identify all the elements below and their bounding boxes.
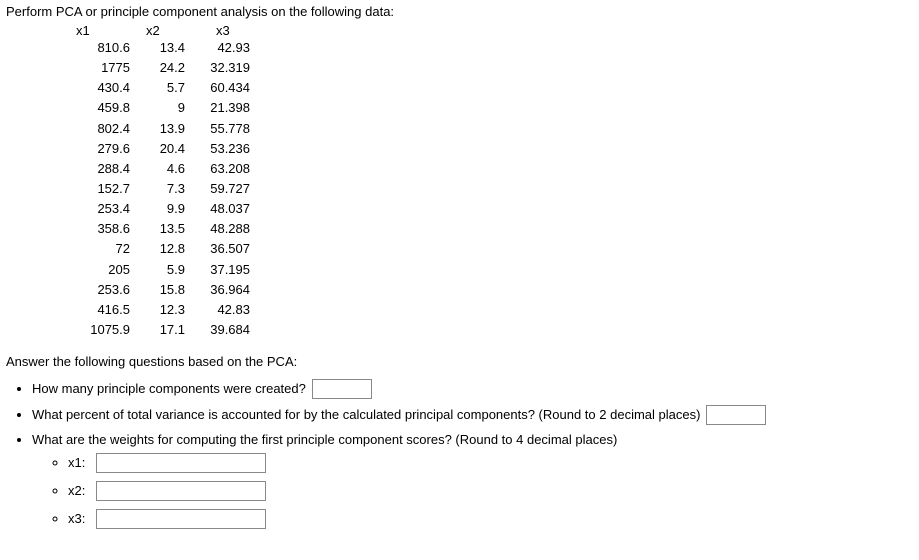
cell-x2: 20.4	[136, 139, 191, 159]
cell-x3: 42.83	[191, 300, 256, 320]
table-row: 810.613.442.93	[66, 38, 913, 58]
weight-x3-label: x3:	[68, 510, 92, 528]
table-row: 802.413.955.778	[66, 119, 913, 139]
cell-x1: 253.4	[66, 199, 136, 219]
cell-x3: 32.319	[191, 58, 256, 78]
table-row: 253.615.836.964	[66, 280, 913, 300]
table-row: 2055.937.195	[66, 260, 913, 280]
table-row: 279.620.453.236	[66, 139, 913, 159]
answer-input-x3[interactable]	[96, 509, 266, 529]
table-row: 430.45.760.434	[66, 78, 913, 98]
cell-x1: 459.8	[66, 98, 136, 118]
cell-x3: 48.037	[191, 199, 256, 219]
cell-x3: 55.778	[191, 119, 256, 139]
answer-input-x2[interactable]	[96, 481, 266, 501]
answer-input-x1[interactable]	[96, 453, 266, 473]
data-table: x1 x2 x3 810.613.442.93177524.232.319430…	[66, 23, 913, 340]
cell-x2: 24.2	[136, 58, 191, 78]
cell-x1: 1075.9	[66, 320, 136, 340]
table-row: 7212.836.507	[66, 239, 913, 259]
cell-x2: 9	[136, 98, 191, 118]
cell-x1: 279.6	[66, 139, 136, 159]
cell-x2: 9.9	[136, 199, 191, 219]
question-list: How many principle components were creat…	[32, 379, 913, 529]
answer-input-q1[interactable]	[312, 379, 372, 399]
cell-x3: 36.507	[191, 239, 256, 259]
answer-prompt: Answer the following questions based on …	[6, 354, 913, 369]
table-header-row: x1 x2 x3	[66, 23, 913, 38]
cell-x2: 5.9	[136, 260, 191, 280]
cell-x2: 13.4	[136, 38, 191, 58]
cell-x1: 152.7	[66, 179, 136, 199]
table-row: 177524.232.319	[66, 58, 913, 78]
cell-x1: 1775	[66, 58, 136, 78]
cell-x2: 15.8	[136, 280, 191, 300]
question-1: How many principle components were creat…	[32, 379, 913, 399]
cell-x2: 13.5	[136, 219, 191, 239]
cell-x1: 288.4	[66, 159, 136, 179]
weight-x2-label: x2:	[68, 482, 92, 500]
cell-x1: 72	[66, 239, 136, 259]
cell-x2: 7.3	[136, 179, 191, 199]
cell-x3: 36.964	[191, 280, 256, 300]
cell-x3: 21.398	[191, 98, 256, 118]
cell-x1: 416.5	[66, 300, 136, 320]
weights-list: x1: x2: x3:	[68, 453, 913, 529]
cell-x2: 12.3	[136, 300, 191, 320]
header-x2: x2	[136, 23, 206, 38]
weight-x1-label: x1:	[68, 454, 92, 472]
question-2: What percent of total variance is accoun…	[32, 405, 913, 425]
cell-x3: 39.684	[191, 320, 256, 340]
header-x1: x1	[66, 23, 136, 38]
cell-x1: 358.6	[66, 219, 136, 239]
header-x3: x3	[206, 23, 276, 38]
table-row: 288.44.663.208	[66, 159, 913, 179]
table-row: 459.8921.398	[66, 98, 913, 118]
cell-x3: 60.434	[191, 78, 256, 98]
cell-x3: 37.195	[191, 260, 256, 280]
intro-text: Perform PCA or principle component analy…	[6, 4, 913, 19]
cell-x3: 53.236	[191, 139, 256, 159]
cell-x3: 63.208	[191, 159, 256, 179]
table-row: 152.77.359.727	[66, 179, 913, 199]
cell-x3: 42.93	[191, 38, 256, 58]
cell-x2: 4.6	[136, 159, 191, 179]
cell-x1: 253.6	[66, 280, 136, 300]
cell-x1: 810.6	[66, 38, 136, 58]
table-row: 1075.917.139.684	[66, 320, 913, 340]
cell-x1: 802.4	[66, 119, 136, 139]
question-3-text: What are the weights for computing the f…	[32, 432, 617, 447]
cell-x3: 59.727	[191, 179, 256, 199]
cell-x3: 48.288	[191, 219, 256, 239]
weight-x2-row: x2:	[68, 481, 913, 501]
answer-input-q2[interactable]	[706, 405, 766, 425]
table-row: 358.613.548.288	[66, 219, 913, 239]
table-row: 253.49.948.037	[66, 199, 913, 219]
cell-x1: 205	[66, 260, 136, 280]
cell-x2: 12.8	[136, 239, 191, 259]
cell-x1: 430.4	[66, 78, 136, 98]
cell-x2: 13.9	[136, 119, 191, 139]
cell-x2: 5.7	[136, 78, 191, 98]
table-row: 416.512.342.83	[66, 300, 913, 320]
question-2-text: What percent of total variance is accoun…	[32, 406, 700, 424]
weight-x3-row: x3:	[68, 509, 913, 529]
cell-x2: 17.1	[136, 320, 191, 340]
weight-x1-row: x1:	[68, 453, 913, 473]
question-1-text: How many principle components were creat…	[32, 380, 306, 398]
question-3: What are the weights for computing the f…	[32, 431, 913, 529]
